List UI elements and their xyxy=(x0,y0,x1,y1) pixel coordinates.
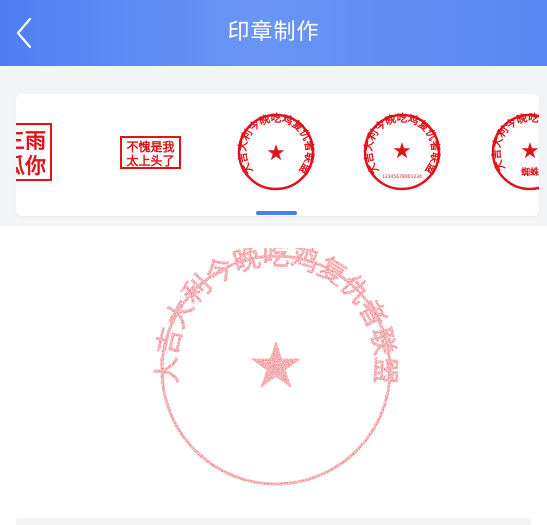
stamp-template-strip[interactable]: 三雨 瓜你 不愧是我 太上头了 大吉大利今晚吃鸡复仇者联盟 ★ 大吉大利今晚吃鸡… xyxy=(16,94,539,216)
template-round-stamp-3[interactable]: 大吉大利今晚吃鸡 ★ 蜘蛛 xyxy=(490,111,539,192)
star-icon: ★ xyxy=(520,139,539,164)
template-rect-stamp[interactable]: 不愧是我 太上头了 xyxy=(120,136,181,169)
template-square-stamp[interactable]: 三雨 瓜你 xyxy=(16,123,52,181)
star-icon: ★ xyxy=(392,139,412,164)
rect-stamp-line2: 太上头了 xyxy=(126,154,175,168)
page-title: 印章制作 xyxy=(227,20,320,45)
stamp-preview-graphic: 大吉大利今晚吃鸡复仇者联盟 ★ xyxy=(151,241,401,486)
rect-stamp-line1: 不愧是我 xyxy=(126,140,175,154)
square-stamp-line1: 三雨 xyxy=(16,128,46,153)
round-stamp-2-code: 12345678901234 xyxy=(382,174,422,180)
template-round-stamp-1[interactable]: 大吉大利今晚吃鸡复仇者联盟 ★ xyxy=(236,111,316,192)
round-stamp-3-graphic: 大吉大利今晚吃鸡 ★ 蜘蛛 xyxy=(490,111,539,191)
app-header: 印章制作 xyxy=(0,0,547,66)
round-stamp-1-graphic: 大吉大利今晚吃鸡复仇者联盟 ★ xyxy=(236,111,316,191)
round-stamp-2-graphic: 大吉大利今晚吃鸡复仇者联盟 ★ 12345678901234 xyxy=(362,111,442,191)
carousel-indicator xyxy=(256,211,297,215)
bottom-panel-edge xyxy=(16,518,531,525)
stamp-preview: 大吉大利今晚吃鸡复仇者联盟 ★ xyxy=(148,241,404,492)
star-icon: ★ xyxy=(246,327,305,404)
round-stamp-3-bottom-text: 蜘蛛 xyxy=(521,166,539,178)
star-icon: ★ xyxy=(266,141,286,166)
square-stamp-line2: 瓜你 xyxy=(16,153,46,178)
template-round-stamp-2[interactable]: 大吉大利今晚吃鸡复仇者联盟 ★ 12345678901234 xyxy=(362,111,442,192)
